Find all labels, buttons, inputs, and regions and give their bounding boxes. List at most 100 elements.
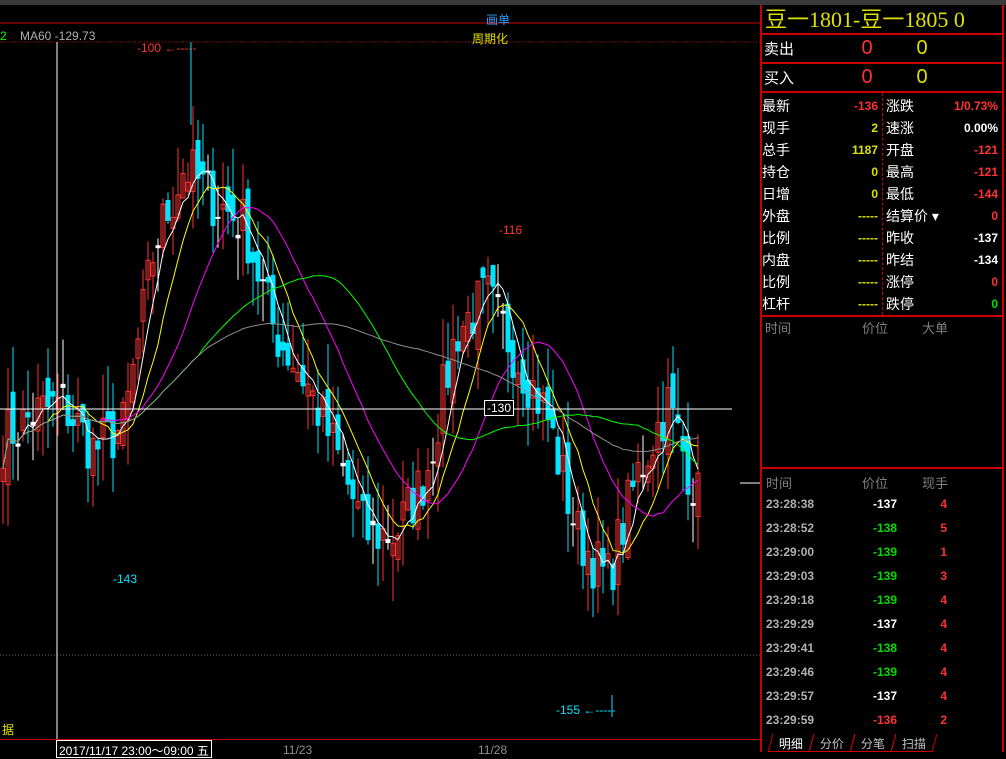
- candle-body: [60, 383, 66, 388]
- stat-value: 0: [871, 165, 878, 179]
- col-header: 现手: [922, 475, 949, 491]
- buy-label: 买入: [764, 70, 795, 87]
- stat-row: 开盘 -121: [886, 139, 1002, 161]
- stat-value: 1187: [851, 143, 878, 157]
- stat-label: 比例: [762, 274, 790, 290]
- tab-trades[interactable]: 分笔: [849, 734, 897, 752]
- candle-body: [260, 279, 266, 282]
- candle-body: [620, 523, 626, 545]
- stat-label: 最新: [762, 98, 790, 114]
- candle-body: [165, 200, 171, 221]
- tick-row: 23:29:18 -139 4: [762, 588, 1002, 612]
- stat-row: 总手 1187: [762, 139, 882, 161]
- candle-body: [490, 264, 496, 287]
- col-header: 价位: [862, 475, 889, 491]
- stat-row: 比例 -----: [762, 227, 882, 249]
- candle-body: [50, 391, 56, 397]
- candle-body: [685, 436, 691, 495]
- tick-row: 23:29:59 -136 2: [762, 708, 1002, 732]
- stat-value: 1/0.73%: [953, 99, 998, 113]
- candle-body: [510, 340, 516, 378]
- tick-qty: 3: [940, 569, 947, 583]
- stat-row: 涨停 0: [886, 271, 1002, 293]
- candle-body: [375, 523, 381, 549]
- candle-body: [275, 334, 281, 357]
- tick-time: 23:29:41: [766, 641, 815, 655]
- x-tick-label: 11/28: [478, 743, 508, 757]
- local-high-label: -116: [499, 223, 522, 237]
- candle-body: [110, 411, 116, 459]
- col-header: 时间: [766, 475, 793, 491]
- stat-label: 比例: [762, 230, 790, 246]
- tick-row: 23:29:29 -137 4: [762, 612, 1002, 636]
- stat-value: -----: [858, 253, 878, 267]
- tick-qty: 2: [940, 713, 947, 727]
- crosshair-time-label: 2017/11/17 23:00～09:00 五: [56, 740, 212, 758]
- tick-time: 23:29:00: [766, 545, 815, 559]
- candle-body: [445, 360, 451, 388]
- local-low-label: -143: [113, 572, 137, 586]
- candle-body: [10, 391, 16, 444]
- tick-time: 23:29:03: [766, 569, 815, 583]
- tick-qty: 1: [940, 545, 947, 559]
- tab-detail[interactable]: 明细: [767, 734, 815, 752]
- tick-price: -139: [872, 593, 897, 607]
- time-axis: 11/23 11/28 2017/11/17 23:00～09:00 五: [0, 739, 760, 758]
- candle-body: [280, 341, 286, 351]
- stat-row: 内盘 -----: [762, 249, 882, 271]
- chart-canvas: -100 ←----- -155 ←----- -143 -116: [0, 22, 760, 752]
- tick-row: 23:28:38 -137 4: [762, 492, 1002, 516]
- stat-row: 持仓 0: [762, 161, 882, 183]
- candle-body: [70, 419, 76, 426]
- stat-row[interactable]: 结算价 ▾ 0: [886, 205, 1002, 227]
- stat-value: -----: [858, 297, 878, 311]
- kline-chart[interactable]: -100 ←----- -155 ←----- -143 -116 2 MA60 -1…: [0, 5, 760, 758]
- tick-price: -137: [872, 617, 897, 631]
- stat-row: 最新 -136: [762, 95, 882, 117]
- stat-label: 杠杆: [762, 296, 790, 312]
- period-button[interactable]: 周期化: [472, 30, 508, 47]
- tab-price-distribution[interactable]: 分价: [808, 734, 856, 752]
- stat-row: 最高 -121: [886, 161, 1002, 183]
- candle-body: [430, 461, 436, 464]
- stat-label: 开盘: [886, 142, 914, 158]
- candle-body: [345, 460, 351, 485]
- candle-body: [555, 436, 561, 475]
- tick-price: -139: [872, 545, 897, 559]
- tick-list: 时间 价位 现手 23:28:38 -137 4 23:28:52 -138 5 23:29…: [762, 472, 1002, 732]
- tick-time: 23:29:46: [766, 665, 815, 679]
- stat-value: -121: [973, 165, 998, 179]
- stat-label: 结算价 ▾: [886, 208, 939, 224]
- candle-body: [350, 479, 356, 500]
- tick-row: 23:29:46 -139 4: [762, 660, 1002, 684]
- tab-scan[interactable]: 扫描: [890, 734, 938, 752]
- draw-tool-button[interactable]: 画单: [486, 11, 510, 28]
- quote-stats: 最新 -136 现手 2 总手 1187 持仓 0 日增 0 外盘 ----- 比例 ----- 内盘 ---…: [762, 93, 1002, 317]
- stat-row: 外盘 -----: [762, 205, 882, 227]
- candle-body: [630, 480, 636, 487]
- candle-body: [570, 523, 576, 526]
- tick-qty: 4: [940, 497, 947, 511]
- candle-body: [15, 443, 21, 447]
- contract-title: 豆一1801-豆一1805 0: [762, 5, 1002, 35]
- stat-value: -134: [973, 253, 998, 267]
- stat-value: 0: [991, 209, 998, 223]
- candle-body: [235, 234, 241, 239]
- panel-tabs: 明细 分价 分笔 扫描: [762, 734, 1002, 752]
- stat-label: 跌停: [886, 296, 914, 312]
- tick-qty: 4: [940, 593, 947, 607]
- tick-qty: 5: [940, 521, 947, 535]
- crosshair-price-label: -130: [484, 400, 514, 416]
- stat-label: 最高: [886, 164, 914, 180]
- x-tick-label: 11/23: [283, 743, 313, 757]
- stat-value: -----: [858, 209, 878, 223]
- tick-qty: 4: [940, 665, 947, 679]
- tick-qty: 4: [940, 641, 947, 655]
- stat-label: 涨跌: [886, 98, 914, 114]
- ma60-line: [2, 323, 699, 469]
- stat-row: 现手 2: [762, 117, 882, 139]
- tick-row: 23:29:00 -139 1: [762, 540, 1002, 564]
- candle-body: [95, 440, 101, 450]
- tick-time: 23:28:52: [766, 521, 815, 535]
- tick-price: -139: [872, 569, 897, 583]
